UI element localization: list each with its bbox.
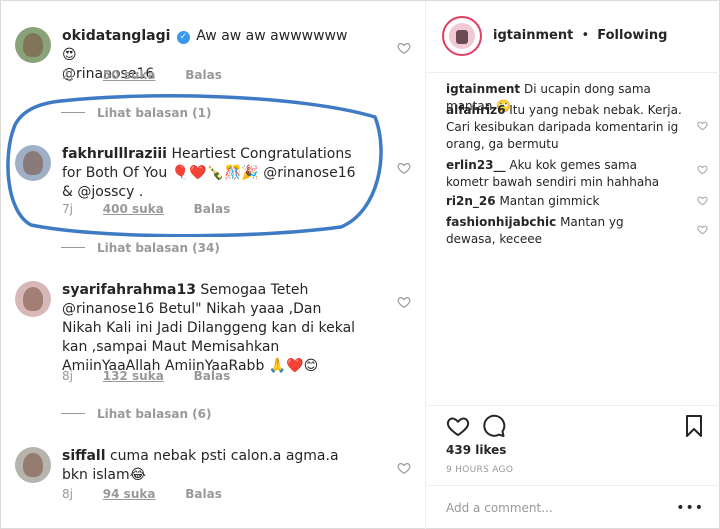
comment-bubble-icon[interactable] (482, 414, 506, 438)
heart-outline-icon[interactable] (397, 161, 411, 175)
like-heart-icon[interactable] (446, 414, 470, 438)
avatar[interactable] (15, 27, 51, 63)
heart-outline-icon[interactable] (697, 120, 708, 131)
reply-button[interactable]: Balas (194, 202, 231, 216)
comment-time: 7j (62, 202, 73, 216)
heart-outline-icon[interactable] (397, 295, 411, 309)
post-action-bar (426, 405, 720, 445)
sidebar-comment-username[interactable]: igtainment (446, 82, 520, 96)
heart-outline-icon[interactable] (397, 41, 411, 55)
post-time-ago: 9 HOURS AGO (446, 465, 514, 475)
reply-button[interactable]: Balas (185, 68, 222, 82)
comment-username[interactable]: okidatanglagi (62, 28, 170, 44)
comment-time: 8j (62, 369, 73, 383)
heart-outline-icon[interactable] (397, 461, 411, 475)
account-avatar[interactable] (442, 16, 482, 56)
following-button[interactable]: Following (597, 28, 667, 43)
sidebar-comment-username[interactable]: erlin23__ (446, 158, 506, 172)
comment-time: 2j (62, 68, 73, 82)
comment-likes[interactable]: 132 suka (103, 369, 164, 383)
sidebar-comment-username[interactable]: ri2n_26 (446, 194, 496, 208)
comment-text: fakhrulllraziii Heartiest Congratulation… (62, 145, 362, 202)
comment-meta: 2j 50 suka Balas (62, 68, 248, 82)
verified-badge-icon: ✓ (176, 31, 190, 44)
reply-button[interactable]: Balas (194, 369, 231, 383)
post-frame: okidatanglagi ✓ Aw aw aw awwwwww 😍 @rina… (0, 0, 720, 529)
comment-likes[interactable]: 400 suka (103, 202, 164, 216)
zoomed-comment-thread: okidatanglagi ✓ Aw aw aw awwwwww 😍 @rina… (1, 1, 425, 529)
comment-likes[interactable]: 50 suka (103, 68, 156, 82)
avatar[interactable] (15, 145, 51, 181)
comment-likes[interactable]: 94 suka (103, 487, 156, 501)
bookmark-icon[interactable] (682, 414, 706, 438)
comment-username[interactable]: siffall (62, 448, 106, 464)
likes-count[interactable]: 439 likes (446, 443, 506, 457)
view-replies-link[interactable]: Lihat balasan (1) (61, 106, 212, 120)
avatar[interactable] (15, 447, 51, 483)
more-options-icon[interactable]: ••• (676, 500, 704, 516)
add-comment-bar: ••• (426, 485, 720, 529)
view-replies-link[interactable]: Lihat balasan (6) (61, 407, 212, 421)
post-header: igtainment • Following (426, 1, 720, 73)
account-username[interactable]: igtainment (493, 28, 573, 43)
comment-meta: 8j 94 suka Balas (62, 487, 248, 501)
comment-meta: 7j 400 suka Balas (62, 202, 256, 216)
comment-meta: 8j 132 suka Balas (62, 369, 256, 383)
sidebar-comment: erlin23__ Aku kok gemes sama kometr bawa… (446, 157, 676, 191)
view-replies-link[interactable]: Lihat balasan (34) (61, 241, 220, 255)
add-comment-input[interactable] (446, 499, 676, 517)
heart-outline-icon[interactable] (697, 224, 708, 235)
sidebar-comment-text: Mantan gimmick (499, 194, 600, 208)
comment-username[interactable]: syarifahrahma13 (62, 282, 196, 298)
avatar[interactable] (15, 281, 51, 317)
sidebar-comment-username[interactable]: alfahriz6 (446, 103, 505, 117)
account-name-row: igtainment • Following (493, 28, 667, 43)
comment-text: syarifahrahma13 Semogaa Teteh @rinanose1… (62, 281, 362, 376)
sidebar-comment-username[interactable]: fashionhijabchic (446, 215, 556, 229)
comment-time: 8j (62, 487, 73, 501)
separator-dot: • (581, 28, 590, 43)
sidebar-comment: alfahriz6 Itu yang nebak nebak. Kerja. C… (446, 102, 682, 153)
heart-outline-icon[interactable] (697, 164, 708, 175)
comment-text: siffall cuma nebak psti calon.a agma.a b… (62, 447, 362, 485)
sidebar-comment: fashionhijabchic Mantan yg dewasa, kecee… (446, 214, 666, 248)
post-sidebar: igtainment • Following igtainment Di uca… (425, 1, 720, 529)
comment-username[interactable]: fakhrulllraziii (62, 146, 167, 162)
sidebar-comment: ri2n_26 Mantan gimmick (446, 193, 696, 210)
heart-outline-icon[interactable] (697, 195, 708, 206)
reply-button[interactable]: Balas (185, 487, 222, 501)
